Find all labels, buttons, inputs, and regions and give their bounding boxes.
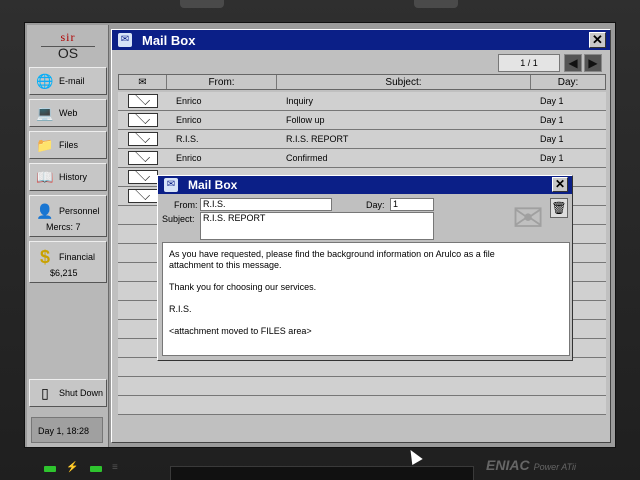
bezel-notch — [180, 0, 224, 8]
list-item[interactable]: Enrico Confirmed Day 1 — [118, 149, 606, 168]
envelope-icon — [128, 151, 158, 165]
item-subject: Follow up — [286, 115, 325, 125]
item-subject: Confirmed — [286, 153, 328, 163]
logo-os: OS — [41, 46, 95, 60]
sidebar-item-history[interactable]: 📖 History — [29, 163, 107, 191]
sidebar: sir OS 🌐 E-mail 💻 Web 📁 Files 📖 History … — [27, 25, 109, 447]
monitor-bezel: sir OS 🌐 E-mail 💻 Web 📁 Files 📖 History … — [0, 0, 640, 480]
email-icon: 🌐 — [36, 72, 54, 89]
mailbox-icon: ✉ — [164, 178, 178, 192]
page-indicator: 1 / 1 — [498, 54, 560, 72]
mailbox-icon: ✉ — [118, 33, 132, 47]
list-header: ✉ From: Subject: Day: — [118, 74, 606, 90]
sidebar-item-label: Financial — [59, 252, 96, 262]
envelope-icon — [128, 170, 158, 184]
item-from: Enrico — [176, 153, 202, 163]
close-button[interactable]: ✕ — [552, 177, 568, 192]
list-item[interactable]: Enrico Follow up Day 1 — [118, 111, 606, 130]
financial-icon: $ — [39, 246, 50, 267]
files-icon: 📁 — [36, 136, 54, 153]
day-column-header[interactable]: Day: — [531, 75, 605, 89]
empty-row — [118, 396, 606, 415]
sidebar-item-web[interactable]: 💻 Web — [29, 99, 107, 127]
day-value: 1 — [390, 198, 434, 211]
dialog-title: Mail Box — [188, 178, 238, 192]
postmark-stamp-icon: ✉ — [512, 198, 544, 240]
subject-label: Subject: — [162, 214, 195, 224]
from-column-header[interactable]: From: — [167, 75, 277, 89]
item-subject: R.I.S. REPORT — [286, 134, 349, 144]
sidebar-item-label: Personnel — [59, 206, 100, 216]
date-time: Day 1, 18:28 — [31, 417, 103, 443]
envelope-icon — [128, 113, 158, 127]
mailbox-title: Mail Box — [142, 32, 196, 48]
sidebar-item-email[interactable]: 🌐 E-mail — [29, 67, 107, 95]
empty-row — [118, 377, 606, 396]
delete-button[interactable]: 🗑 — [550, 198, 568, 218]
disk-icon: ≡ — [112, 462, 118, 473]
shutdown-button[interactable]: ▯ Shut Down — [29, 379, 107, 407]
close-button[interactable]: ✕ — [589, 32, 606, 48]
envelope-icon: ✉ — [138, 77, 147, 88]
envelope-icon — [128, 94, 158, 108]
next-page-button[interactable]: ▶ — [584, 54, 602, 72]
from-value: R.I.S. — [200, 198, 332, 211]
personnel-icon: 👤 — [36, 202, 54, 219]
subject-value: R.I.S. REPORT — [200, 212, 434, 240]
activity-led — [90, 466, 102, 472]
drive-slot — [170, 466, 474, 480]
mercs-count: Mercs: 7 — [46, 222, 81, 232]
message-dialog: ✉ Mail Box ✕ ✉ From: R.I.S. Day: 1 Subje… — [157, 175, 573, 361]
web-icon: 💻 — [36, 104, 54, 121]
item-from: Enrico — [176, 115, 202, 125]
item-day: Day 1 — [540, 134, 564, 144]
sidebar-item-files[interactable]: 📁 Files — [29, 131, 107, 159]
sidebar-item-label: History — [59, 172, 88, 182]
item-from: Enrico — [176, 96, 202, 106]
balance: $6,215 — [50, 268, 78, 278]
sidebar-item-label: E-mail — [59, 76, 85, 86]
list-item[interactable]: R.I.S. R.I.S. REPORT Day 1 — [118, 130, 606, 149]
message-body: As you have requested, please find the b… — [162, 242, 570, 356]
sidebar-item-label: Files — [59, 140, 79, 150]
mouse-cursor-icon — [405, 446, 423, 466]
item-day: Day 1 — [540, 96, 564, 106]
lightning-icon: ⚡ — [66, 462, 79, 473]
read-status-header[interactable]: ✉ — [119, 75, 167, 89]
mailbox-titlebar: ✉ Mail Box ✕ — [112, 30, 610, 50]
logo-sir: sir — [60, 30, 76, 44]
power-switch-icon: ▯ — [41, 384, 49, 401]
from-label: From: — [174, 200, 198, 210]
list-item[interactable]: Enrico Inquiry Day 1 — [118, 92, 606, 111]
history-icon: 📖 — [36, 168, 54, 185]
sir-os-logo: sir OS — [41, 31, 95, 61]
day-label: Day: — [366, 200, 385, 210]
item-day: Day 1 — [540, 115, 564, 125]
brand-name: ENIAC — [486, 457, 530, 473]
item-day: Day 1 — [540, 153, 564, 163]
power-led — [44, 466, 56, 472]
item-from: R.I.S. — [176, 134, 199, 144]
dialog-titlebar: ✉ Mail Box ✕ — [158, 176, 572, 194]
brand-logo: ENIAC Power ATii — [486, 457, 576, 473]
prev-page-button[interactable]: ◀ — [564, 54, 582, 72]
shutdown-label: Shut Down — [59, 388, 104, 398]
item-subject: Inquiry — [286, 96, 314, 106]
envelope-icon — [128, 189, 158, 203]
sidebar-item-financial[interactable]: $ Financial $6,215 — [29, 241, 107, 283]
brand-model: Power ATii — [533, 462, 576, 472]
bezel-notch — [414, 0, 458, 8]
screen: sir OS 🌐 E-mail 💻 Web 📁 Files 📖 History … — [24, 22, 616, 448]
sidebar-item-personnel[interactable]: 👤 Personnel Mercs: 7 — [29, 195, 107, 237]
sidebar-item-label: Web — [59, 108, 78, 118]
subject-column-header[interactable]: Subject: — [277, 75, 531, 89]
envelope-icon — [128, 132, 158, 146]
trash-icon: 🗑 — [551, 201, 567, 215]
